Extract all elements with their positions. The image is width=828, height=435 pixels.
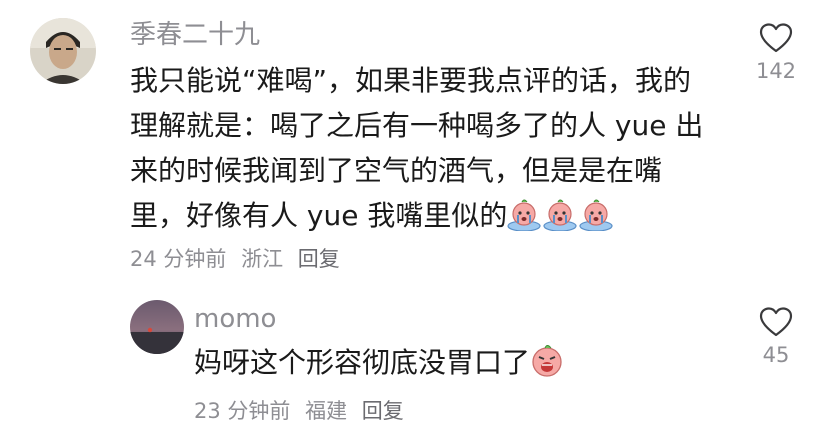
comment-username[interactable]: 季春二十九 [130, 20, 260, 50]
heart-outline-icon [759, 307, 793, 337]
comment-location: 浙江 [241, 247, 284, 271]
avatar-image [130, 300, 184, 354]
comment-text-segment: 妈呀这个形容彻底没胃口了 [194, 346, 531, 379]
comment-text: 妈呀这个形容彻底没胃口了 [194, 340, 566, 385]
comment-meta: 23 分钟前 福建 回复 [194, 398, 412, 424]
heart-outline-icon [759, 23, 793, 53]
comment: 季春二十九 我只能说“难喝”，如果非要我点评的话，我的 理解就是：喝了之后有一种… [0, 0, 828, 280]
comment-text-segment: 里，好像有人 yue 我嘴里似的 [130, 199, 508, 232]
comment-text-line: 妈呀这个形容彻底没胃口了 [194, 340, 566, 385]
comment-username[interactable]: momo [194, 304, 276, 334]
crying-peach-emoji [507, 199, 541, 244]
like-count: 142 [755, 59, 797, 83]
comment-text-line: 里，好像有人 yue 我嘴里似的 [130, 193, 703, 238]
comment-text: 我只能说“难喝”，如果非要我点评的话，我的 理解就是：喝了之后有一种喝多了的人 … [130, 58, 703, 238]
comment: momo 妈呀这个形容彻底没胃口了 23 分钟前 福建 回复 45 [0, 290, 828, 435]
avatar-image [30, 18, 96, 84]
crying-peach-emoji [543, 199, 577, 244]
comment-time: 24 分钟前 [130, 247, 227, 271]
comment-text-line: 来的时候我闻到了空气的酒气，但是是在嘴 [130, 154, 663, 187]
avatar[interactable] [130, 300, 184, 354]
like-button[interactable]: 45 [740, 306, 812, 368]
reply-button[interactable]: 回复 [362, 399, 404, 423]
crying-peach-emoji [579, 199, 613, 244]
comment-text-line: 我只能说“难喝”，如果非要我点评的话，我的 [130, 64, 692, 97]
like-count: 45 [762, 343, 790, 367]
avatar[interactable] [30, 18, 96, 84]
comment-location: 福建 [305, 399, 348, 423]
comment-time: 23 分钟前 [194, 399, 291, 423]
comment-meta: 24 分钟前 浙江 回复 [130, 246, 348, 272]
vomit-peach-emoji [530, 344, 564, 391]
like-button[interactable]: 142 [740, 22, 812, 84]
comment-text-line: 理解就是：喝了之后有一种喝多了的人 yue 出 [130, 109, 704, 142]
reply-button[interactable]: 回复 [298, 247, 340, 271]
